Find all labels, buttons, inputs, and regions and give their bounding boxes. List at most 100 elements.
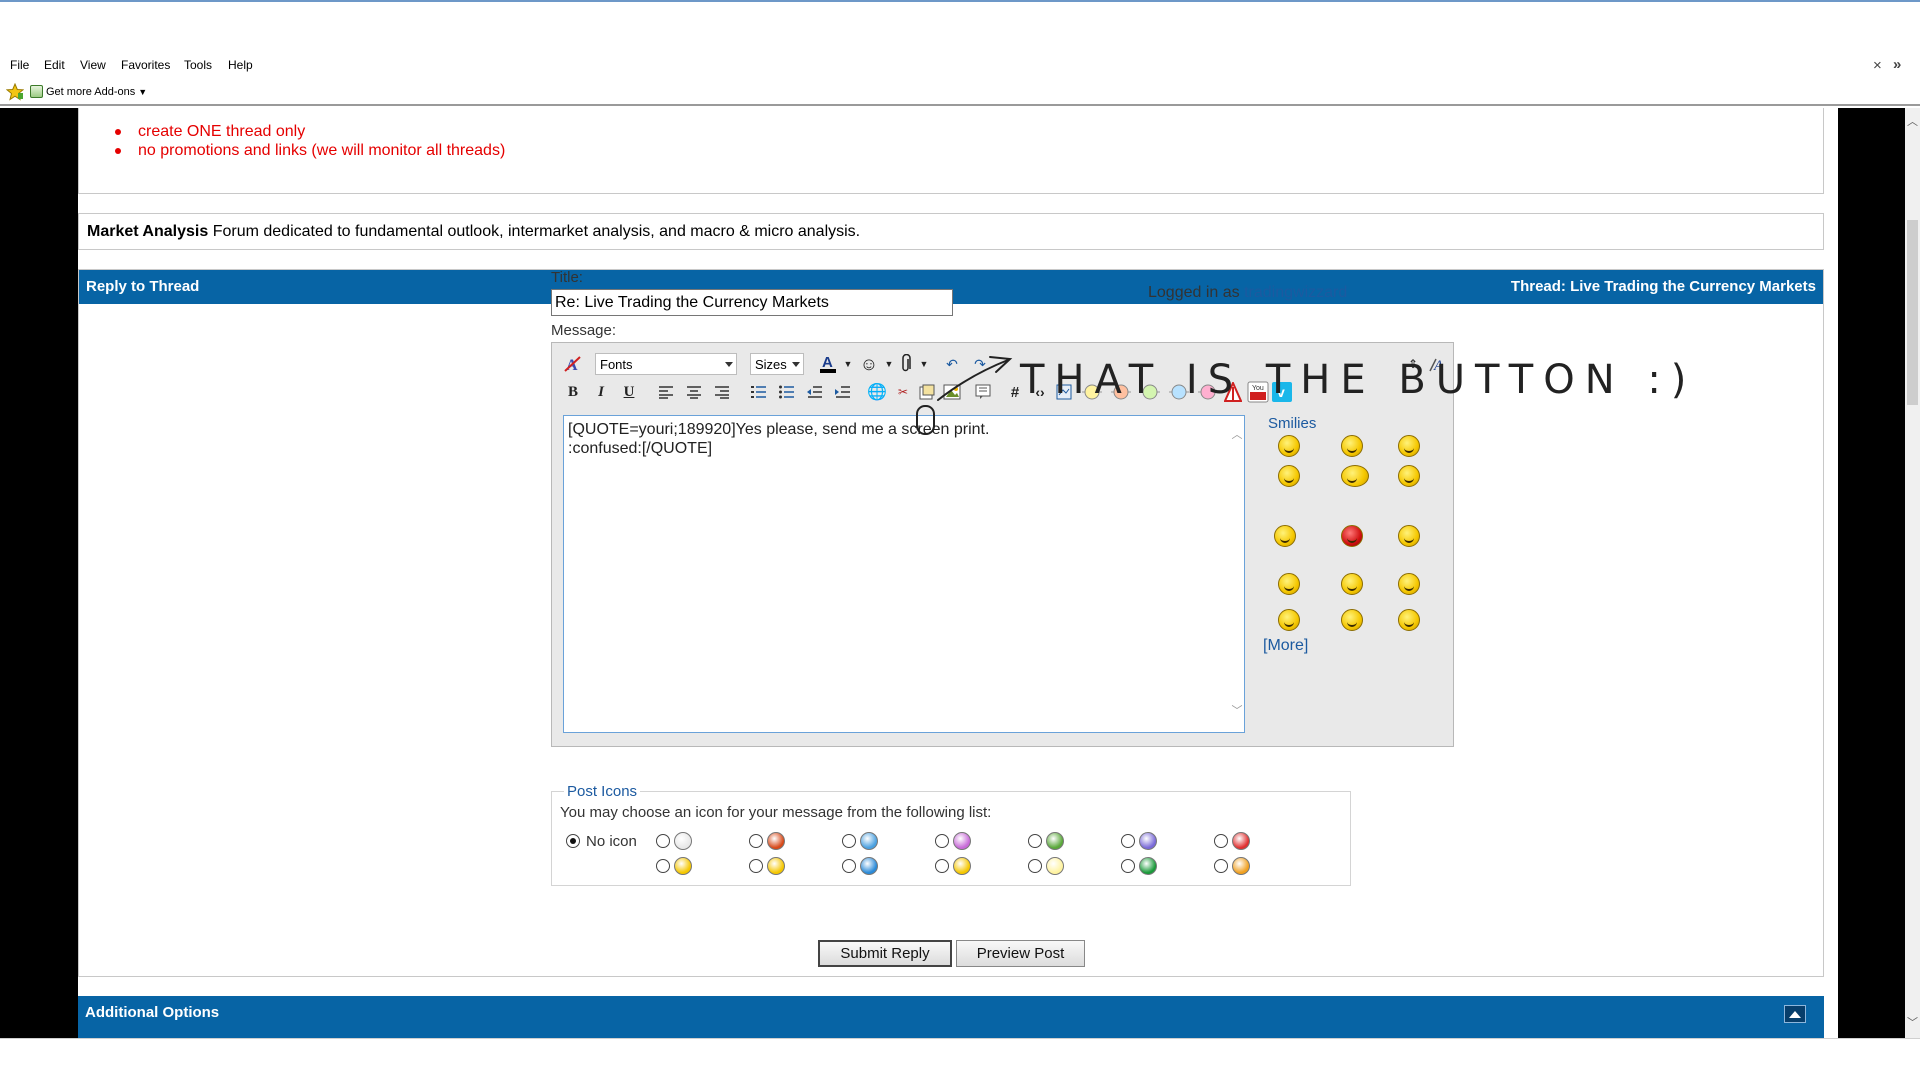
color-circle-green-icon[interactable] <box>1139 381 1161 403</box>
logged-in-info: Logged in as tradingwizzard <box>1148 284 1347 302</box>
bold-button[interactable]: B <box>562 381 584 403</box>
smiley-spam-icon[interactable] <box>1398 609 1420 631</box>
post-icon-radio[interactable] <box>935 834 949 848</box>
smiley-whistle-icon[interactable] <box>1398 465 1420 487</box>
menu-edit[interactable]: Edit <box>44 59 65 72</box>
size-select-value: Sizes <box>755 357 787 372</box>
smiley-baseball-icon[interactable] <box>1341 573 1363 595</box>
align-left-icon[interactable] <box>655 381 677 403</box>
smiley-sad-icon[interactable] <box>1341 435 1363 457</box>
post-icon-radio[interactable] <box>1121 834 1135 848</box>
outdent-icon[interactable] <box>804 381 826 403</box>
color-circle-pink-icon[interactable] <box>1197 381 1219 403</box>
question-icon <box>860 857 878 875</box>
post-icon-radio-none[interactable] <box>566 834 580 848</box>
smiley-cool-icon[interactable] <box>1398 435 1420 457</box>
wrap-code-icon[interactable]: ‹› <box>1029 381 1051 403</box>
indent-icon[interactable] <box>832 381 854 403</box>
remove-format-icon[interactable]: A <box>562 353 584 375</box>
post-icon-radio[interactable] <box>842 834 856 848</box>
underline-button[interactable]: U <box>618 381 640 403</box>
insert-image-small-icon[interactable] <box>916 381 938 403</box>
post-icon-radio[interactable] <box>749 859 763 873</box>
title-input[interactable] <box>551 289 953 316</box>
preview-post-button[interactable]: Preview Post <box>956 940 1085 967</box>
remove-link-icon[interactable]: ✂ <box>892 381 914 403</box>
attachment-dropdown-icon[interactable]: ▼ <box>913 353 935 375</box>
wrap-html-icon[interactable] <box>1053 381 1075 403</box>
color-circle-yellow-icon[interactable] <box>1081 381 1103 403</box>
post-icon-radio[interactable] <box>1121 859 1135 873</box>
get-addons-button[interactable]: Get more Add-ons ▼ <box>30 85 147 98</box>
post-icon-radio[interactable] <box>1214 859 1228 873</box>
smiley-beer-icon[interactable] <box>1341 465 1369 487</box>
wrap-hash-button[interactable]: # <box>1004 381 1026 403</box>
additional-options-bar[interactable]: Additional Options <box>78 996 1824 1038</box>
thumbs-down-icon <box>767 832 785 850</box>
submit-reply-button[interactable]: Submit Reply <box>818 940 952 967</box>
font-select[interactable]: Fonts <box>595 353 737 375</box>
italic-button[interactable]: I <box>590 381 612 403</box>
post-icon-radio[interactable] <box>1028 834 1042 848</box>
post-icon-radio[interactable] <box>656 859 670 873</box>
post-icon-radio[interactable] <box>1028 859 1042 873</box>
smiley-thumbs-icon[interactable] <box>1278 609 1300 631</box>
align-right-icon[interactable] <box>711 381 733 403</box>
align-center-icon[interactable] <box>683 381 705 403</box>
switch-editor-mode-icon[interactable]: A <box>1427 353 1449 375</box>
resize-vertical-icon[interactable]: ⇕ <box>1402 353 1424 375</box>
smiley-confused-icon[interactable] <box>1278 435 1300 457</box>
post-icon-radio[interactable] <box>1214 834 1228 848</box>
message-textarea[interactable]: [QUOTE=youri;189920]Yes please, send me … <box>563 415 1245 733</box>
scroll-up-arrow-icon[interactable]: ︿ <box>1905 114 1920 131</box>
smiley-dizzy-icon[interactable] <box>1398 525 1420 547</box>
menu-help[interactable]: Help <box>228 59 253 72</box>
menu-favorites[interactable]: Favorites <box>121 59 170 72</box>
post-icon-radio[interactable] <box>656 834 670 848</box>
page-scrollbar[interactable]: ︿ ﹀ <box>1905 108 1920 1038</box>
color-dropdown-icon[interactable]: ▼ <box>837 353 859 375</box>
menu-tools[interactable]: Tools <box>184 59 212 72</box>
close-icon[interactable]: × <box>1873 57 1882 74</box>
chevron-right-icon[interactable]: » <box>1893 56 1901 73</box>
color-circle-orange-icon[interactable] <box>1110 381 1132 403</box>
scrollbar-thumb[interactable] <box>1907 220 1918 405</box>
favorites-star-icon[interactable] <box>6 83 24 101</box>
smiley-insert-icon[interactable]: ☺ <box>858 353 880 375</box>
post-icon-radio[interactable] <box>842 859 856 873</box>
smiley-smile-icon[interactable] <box>1278 465 1300 487</box>
scroll-down-icon[interactable]: ﹀ <box>1226 699 1248 721</box>
scroll-up-icon[interactable]: ︿ <box>1226 423 1248 445</box>
undo-icon[interactable]: ↶ <box>941 353 963 375</box>
smilies-more-link[interactable]: [More] <box>1263 637 1308 655</box>
post-icon-radio[interactable] <box>935 859 949 873</box>
smiley-mad-icon[interactable] <box>1341 525 1363 547</box>
text-color-icon[interactable]: A <box>817 353 839 375</box>
insert-image-icon[interactable] <box>941 381 963 403</box>
insert-link-icon[interactable]: 🌐 <box>866 381 888 403</box>
smiley-computer-icon[interactable] <box>1398 573 1420 595</box>
smile-icon <box>674 857 692 875</box>
youtube-icon[interactable]: You <box>1247 381 1269 403</box>
menu-view[interactable]: View <box>80 59 106 72</box>
forum-page: create ONE thread only no promotions and… <box>78 108 1838 1038</box>
username-link[interactable]: tradingwizzard <box>1244 284 1347 301</box>
size-select[interactable]: Sizes <box>750 353 804 375</box>
vimeo-icon[interactable]: v <box>1271 381 1293 403</box>
collapse-icon[interactable] <box>1784 1005 1806 1023</box>
rules-list: create ONE thread only no promotions and… <box>115 122 505 160</box>
menu-file[interactable]: File <box>10 59 29 72</box>
smiley-question-icon[interactable] <box>1278 573 1300 595</box>
scroll-down-arrow-icon[interactable]: ﹀ <box>1905 1015 1920 1032</box>
smiley-neutral-icon[interactable] <box>1341 609 1363 631</box>
redo-icon[interactable]: ↷ <box>969 353 991 375</box>
insert-quote-icon[interactable] <box>972 381 994 403</box>
favorites-bar: Get more Add-ons ▼ <box>0 79 1920 106</box>
ordered-list-icon[interactable] <box>748 381 770 403</box>
post-icon-radio[interactable] <box>749 834 763 848</box>
unordered-list-icon[interactable] <box>776 381 798 403</box>
color-circle-blue-icon[interactable] <box>1168 381 1190 403</box>
adobe-icon[interactable] <box>1222 381 1244 403</box>
smiley-party-icon[interactable] <box>1274 525 1296 547</box>
tongue-icon <box>953 832 971 850</box>
